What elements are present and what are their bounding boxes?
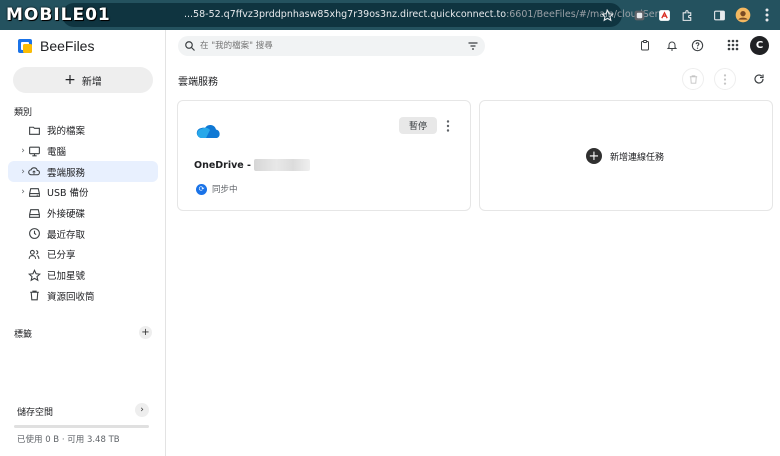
add-connection-label: 新增連線任務: [610, 152, 665, 163]
side-panel-icon[interactable]: [710, 6, 728, 24]
sidebar-item-label: 已分享: [47, 250, 76, 262]
more-vertical-icon[interactable]: [443, 118, 453, 134]
star-icon: [27, 268, 41, 282]
bookmark-star-icon[interactable]: [598, 6, 616, 24]
more-vertical-icon: [723, 73, 727, 85]
chevron-right-icon[interactable]: ›: [19, 186, 27, 198]
storage-usage-text: 已使用 0 B ‧ 可用 3.48 TB: [17, 435, 120, 445]
add-connection-card[interactable]: + 新增連線任務: [479, 100, 773, 211]
sidebar-item-label: 外接硬碟: [47, 209, 86, 221]
sidebar-item-label: 電腦: [47, 147, 67, 159]
category-heading: 類別: [14, 108, 33, 118]
pause-button[interactable]: 暫停: [399, 117, 437, 134]
sidebar-nav: 我的檔案 › 電腦 › 雲端服務 › USB 備份 外接硬碟 最近存取 已分享 …: [0, 120, 166, 306]
search-icon: [185, 41, 195, 51]
sidebar-item-computer[interactable]: › 電腦: [0, 141, 166, 162]
new-button-label: 新增: [81, 76, 102, 88]
sidebar-item-label: 資源回收筒: [47, 291, 95, 303]
cloud-icon: [27, 165, 41, 179]
extension-pdf-icon[interactable]: [655, 6, 673, 24]
sync-icon: ⟳: [196, 183, 207, 195]
connection-card[interactable]: 暫停 OneDrive - ⟳ 同步中: [177, 100, 471, 211]
sidebar-item-shared[interactable]: 已分享: [0, 244, 166, 265]
url-host: ...58-52.q7ffvz3prddpnhasw85xhg7r39os3nz…: [184, 9, 507, 20]
sidebar: BeeFiles + 新增 類別 我的檔案 › 電腦 › 雲端服務 › USB …: [0, 30, 166, 456]
connection-name: OneDrive -: [194, 159, 310, 171]
add-tag-button[interactable]: +: [139, 326, 152, 339]
app-name: BeeFiles: [40, 38, 95, 54]
watermark-text: MOBILE01: [6, 5, 111, 25]
address-bar[interactable]: ...58-52.q7ffvz3prddpnhasw85xhg7r39os3nz…: [62, 3, 662, 27]
chevron-right-icon[interactable]: ›: [19, 145, 27, 157]
new-button[interactable]: + 新增: [13, 67, 153, 93]
chevron-right-icon[interactable]: ›: [19, 166, 27, 178]
beefiles-logo-icon: [18, 39, 32, 53]
watermark-logo: MOBILE01: [6, 3, 111, 27]
connection-name-text: OneDrive -: [194, 159, 251, 171]
refresh-icon: [754, 74, 764, 84]
sidebar-item-my-files[interactable]: 我的檔案: [0, 120, 166, 141]
sidebar-item-trash[interactable]: 資源回收筒: [0, 286, 166, 307]
redacted-account: [254, 159, 310, 171]
extensions-puzzle-icon[interactable]: [678, 6, 696, 24]
extension-translate-icon[interactable]: [630, 6, 648, 24]
sidebar-item-label: USB 備份: [47, 188, 89, 200]
sidebar-item-recent[interactable]: 最近存取: [0, 223, 166, 244]
search-input[interactable]: [200, 38, 450, 54]
delete-button[interactable]: [682, 68, 704, 90]
user-avatar[interactable]: C: [750, 36, 769, 55]
sidebar-item-usb-backup[interactable]: › USB 備份: [0, 182, 166, 203]
profile-avatar-icon[interactable]: [734, 6, 752, 24]
people-icon: [27, 247, 41, 261]
sidebar-item-cloud-services[interactable]: › 雲端服務: [8, 161, 158, 183]
refresh-button[interactable]: [748, 68, 770, 90]
storage-details-button[interactable]: ›: [135, 403, 149, 417]
sync-status-text: 同步中: [212, 185, 238, 195]
more-options-button[interactable]: [714, 68, 736, 90]
clipboard-icon[interactable]: [637, 37, 653, 53]
filter-icon[interactable]: [467, 40, 479, 52]
sidebar-item-label: 雲端服務: [47, 167, 86, 179]
storage-heading: 儲存空間: [17, 408, 54, 418]
add-connection-button[interactable]: + 新增連線任務: [586, 148, 664, 164]
sidebar-item-starred[interactable]: 已加星號: [0, 265, 166, 286]
browser-toolbar: ...58-52.q7ffvz3prddpnhasw85xhg7r39os3nz…: [0, 0, 780, 30]
storage-progress-bar: [14, 425, 149, 428]
app-brand[interactable]: BeeFiles: [17, 37, 94, 55]
help-icon[interactable]: [689, 37, 705, 53]
sync-status: ⟳ 同步中: [196, 183, 238, 195]
search-bar[interactable]: [178, 36, 485, 56]
url-text[interactable]: ...58-52.q7ffvz3prddpnhasw85xhg7r39os3nz…: [184, 3, 662, 27]
usb-drive-icon: [27, 185, 41, 199]
beefiles-app: BeeFiles + 新增 類別 我的檔案 › 電腦 › 雲端服務 › USB …: [0, 30, 780, 456]
apps-grid-icon[interactable]: [725, 37, 741, 53]
notification-bell-icon[interactable]: [664, 37, 680, 53]
folder-icon: [27, 123, 41, 137]
onedrive-icon: [196, 125, 220, 139]
clock-icon: [27, 227, 41, 241]
computer-icon: [27, 144, 41, 158]
add-circle-icon: +: [586, 148, 602, 164]
sidebar-item-external-drive[interactable]: 外接硬碟: [0, 203, 166, 224]
sidebar-item-label: 我的檔案: [47, 126, 86, 138]
page-title: 雲端服務: [178, 77, 218, 88]
browser-menu-icon[interactable]: [758, 6, 776, 24]
plus-icon: +: [64, 72, 76, 88]
trash-icon: [27, 289, 41, 303]
trash-icon: [689, 74, 697, 84]
sidebar-item-label: 最近存取: [47, 229, 86, 241]
external-drive-icon: [27, 206, 41, 220]
tags-heading: 標籤: [14, 330, 33, 340]
sidebar-item-label: 已加星號: [47, 271, 86, 283]
